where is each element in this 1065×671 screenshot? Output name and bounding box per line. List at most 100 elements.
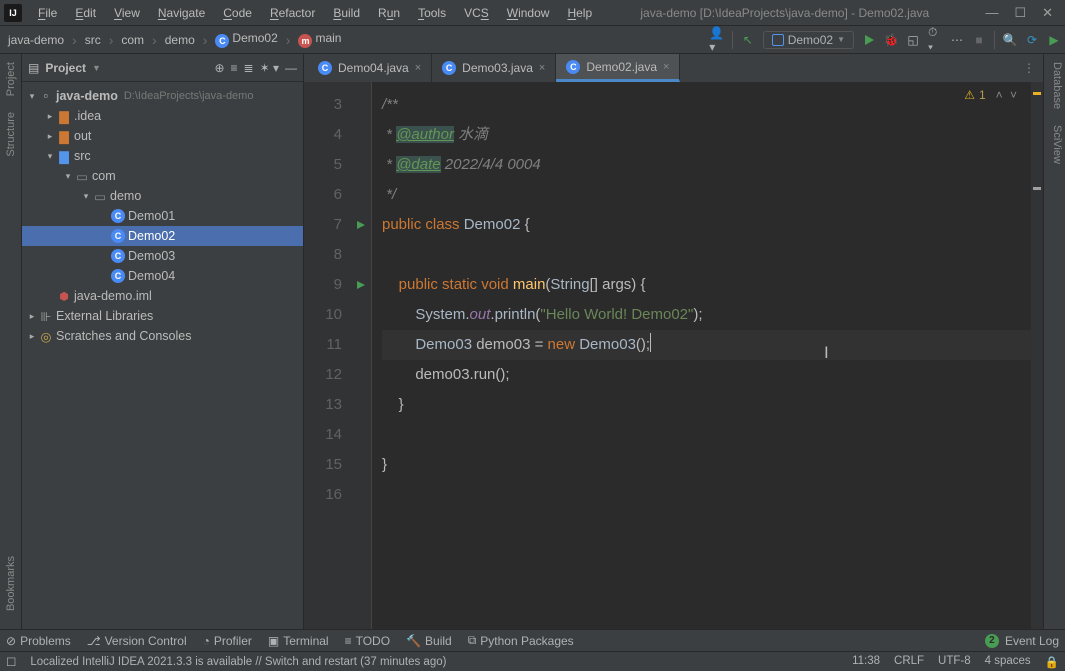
nav-warnings[interactable]: ˄ ˅ <box>996 88 1019 102</box>
coverage-icon[interactable]: ◱ <box>906 33 920 47</box>
status-encoding[interactable]: UTF-8 <box>938 655 971 669</box>
maximize-icon[interactable]: ☐ <box>1014 5 1026 21</box>
breadcrumb-com[interactable]: com <box>117 31 148 49</box>
tab-menu-icon[interactable]: ⋮ <box>1023 54 1043 82</box>
event-log-button[interactable]: 2 Event Log <box>985 634 1059 648</box>
tree-item-label: out <box>74 129 91 143</box>
tab-label: Demo02.java <box>586 60 657 74</box>
tree-item-out[interactable]: ▸▇out <box>22 126 303 146</box>
breadcrumb-method[interactable]: main <box>294 29 345 50</box>
menu-view[interactable]: View <box>106 3 148 23</box>
menu-vcs[interactable]: VCS <box>456 3 497 23</box>
tool-tab-database[interactable]: Database <box>1044 54 1065 117</box>
tree-item-demo01[interactable]: CDemo01 <box>22 206 303 226</box>
app-icon: IJ <box>4 4 22 22</box>
expand-all-icon[interactable]: ≡ <box>231 61 238 75</box>
main: Project Structure Bookmarks ▤ Project ▼ … <box>0 54 1065 629</box>
tab-demo04[interactable]: C Demo04.java × <box>308 54 432 82</box>
tab-terminal[interactable]: ▣Terminal <box>268 634 329 648</box>
breadcrumb-project[interactable]: java-demo <box>4 31 68 49</box>
menu-edit[interactable]: Edit <box>67 3 104 23</box>
tab-build[interactable]: 🔨Build <box>406 634 452 648</box>
ide-icon[interactable]: ▶ <box>1047 33 1061 47</box>
class-icon: C <box>110 269 126 283</box>
stop-icon[interactable]: ■ <box>972 33 986 47</box>
show-tabs-icon[interactable]: ☐ <box>6 655 16 669</box>
folder-icon-src: ▇ <box>56 149 72 164</box>
menu-build[interactable]: Build <box>325 3 368 23</box>
tool-tab-sciview[interactable]: SciView <box>1044 117 1065 172</box>
breadcrumb-class[interactable]: Demo02 <box>211 29 281 50</box>
inspection-badge[interactable]: ⚠ 1 ˄ ˅ <box>964 88 1019 102</box>
tree-item-src[interactable]: ▾▇src <box>22 146 303 166</box>
menu-help[interactable]: Help <box>559 3 600 23</box>
user-icon[interactable]: 👤▾ <box>710 33 724 47</box>
todo-icon: ≡ <box>345 634 352 648</box>
tree-item-java-demo-iml[interactable]: ⬢java-demo.iml <box>22 286 303 306</box>
attach-icon[interactable]: ⋯ <box>950 33 964 47</box>
tool-tab-structure[interactable]: Structure <box>3 104 19 165</box>
tab-todo[interactable]: ≡TODO <box>345 634 390 648</box>
menu-navigate[interactable]: Navigate <box>150 3 213 23</box>
tree-item-demo04[interactable]: CDemo04 <box>22 266 303 286</box>
close-icon[interactable]: × <box>539 62 545 74</box>
profile-icon[interactable]: ⏱▾ <box>928 33 942 47</box>
terminal-icon: ▣ <box>268 634 279 648</box>
select-opened-icon[interactable]: ⊕ <box>214 61 224 75</box>
tab-python-packages[interactable]: ⧉Python Packages <box>468 633 574 648</box>
code-editor[interactable]: 345678910111213141516 /** * @author 水滴 *… <box>304 82 1043 629</box>
project-tree[interactable]: ▾ ▫ java-demo D:\IdeaProjects\java-demo … <box>22 82 303 350</box>
right-tool-strip: Database SciView <box>1043 54 1065 629</box>
tab-problems[interactable]: ⊘Problems <box>6 634 71 648</box>
status-bar: ☐ Localized IntelliJ IDEA 2021.3.3 is av… <box>0 651 1065 671</box>
run-config-selector[interactable]: Demo02 ▼ <box>763 31 854 49</box>
menu-window[interactable]: Window <box>499 3 558 23</box>
settings-icon[interactable]: ✶ ▾ <box>260 61 279 75</box>
breadcrumb-src[interactable]: src <box>81 31 105 49</box>
line-numbers: 345678910111213141516 <box>304 82 350 629</box>
menu-code[interactable]: Code <box>215 3 260 23</box>
tab-demo02[interactable]: C Demo02.java × <box>556 54 680 82</box>
tree-item-com[interactable]: ▾▭com <box>22 166 303 186</box>
tool-tab-bookmarks[interactable]: Bookmarks <box>3 548 19 619</box>
code-content[interactable]: /** * @author 水滴 * @date 2022/4/4 0004 *… <box>372 82 1043 629</box>
class-icon: C <box>110 249 126 263</box>
tree-item-demo[interactable]: ▾▭demo <box>22 186 303 206</box>
menu-run[interactable]: Run <box>370 3 408 23</box>
view-selector-icon[interactable]: ▼ <box>92 63 101 73</box>
collapse-all-icon[interactable]: ≣ <box>244 61 254 75</box>
tree-root[interactable]: ▾ ▫ java-demo D:\IdeaProjects\java-demo <box>22 86 303 106</box>
hide-icon[interactable]: — <box>285 61 297 75</box>
tab-version-control[interactable]: ⎇Version Control <box>87 634 187 648</box>
readonly-lock-icon[interactable]: 🔒 <box>1045 655 1059 669</box>
close-icon[interactable]: × <box>663 61 669 73</box>
sync-icon[interactable]: ⟳ <box>1025 33 1039 47</box>
close-icon[interactable]: × <box>415 62 421 74</box>
tree-item-demo02[interactable]: CDemo02 <box>22 226 303 246</box>
error-stripe[interactable] <box>1031 82 1043 629</box>
menu-refactor[interactable]: Refactor <box>262 3 323 23</box>
tool-tab-project[interactable]: Project <box>3 54 19 104</box>
menu-file[interactable]: File <box>30 3 65 23</box>
breadcrumb-demo[interactable]: demo <box>161 31 199 49</box>
tab-demo03[interactable]: C Demo03.java × <box>432 54 556 82</box>
tree-item-demo03[interactable]: CDemo03 <box>22 246 303 266</box>
status-indent[interactable]: 4 spaces <box>985 655 1031 669</box>
tab-profiler[interactable]: ◔Profiler <box>203 634 252 648</box>
root-name: java-demo <box>56 89 118 103</box>
debug-icon[interactable]: 🐞 <box>884 33 898 47</box>
window-controls: — ☐ ✕ <box>985 5 1053 21</box>
tree-external-libraries[interactable]: ▸ ⊪ External Libraries <box>22 306 303 326</box>
status-message[interactable]: Localized IntelliJ IDEA 2021.3.3 is avai… <box>30 656 446 668</box>
run-icon[interactable] <box>862 33 876 47</box>
back-arrow-icon[interactable]: ↖ <box>741 33 755 47</box>
menu-tools[interactable]: Tools <box>410 3 454 23</box>
tree-item--idea[interactable]: ▸▇.idea <box>22 106 303 126</box>
minimize-icon[interactable]: — <box>985 5 998 21</box>
tree-scratches[interactable]: ▸ ◎ Scratches and Consoles <box>22 326 303 346</box>
status-eol[interactable]: CRLF <box>894 655 924 669</box>
folder-icon-out: ▇ <box>56 129 72 144</box>
close-icon[interactable]: ✕ <box>1042 5 1053 21</box>
stripe-warning-mark[interactable] <box>1033 92 1041 95</box>
search-icon[interactable]: 🔍 <box>1003 33 1017 47</box>
